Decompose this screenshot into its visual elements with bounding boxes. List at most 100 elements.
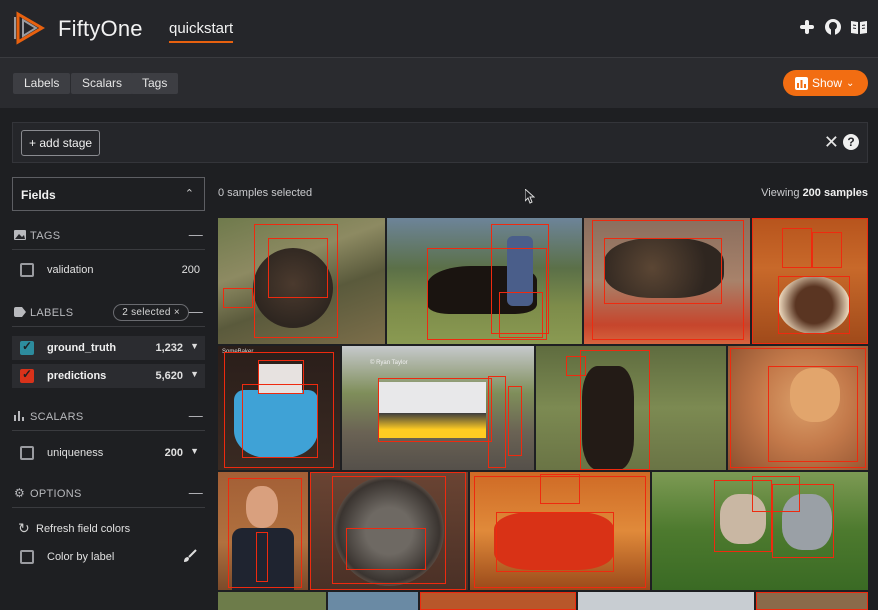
sample-tile-passenger-train[interactable]: © Ryan Taylor: [342, 346, 534, 470]
scalars-section-title: SCALARS: [30, 411, 84, 423]
field-count: 5,620: [155, 370, 183, 382]
docs-book-icon[interactable]: [850, 18, 868, 36]
close-icon[interactable]: ✕: [824, 133, 839, 151]
divider: [12, 507, 205, 508]
sample-tile-dinner-table[interactable]: [752, 218, 868, 344]
field-count: 200: [164, 447, 183, 459]
caret-down-icon[interactable]: ▼: [190, 446, 199, 456]
bounding-box: [778, 276, 850, 334]
sample-tile[interactable]: [218, 592, 326, 610]
tags-section-header[interactable]: TAGS —: [12, 226, 205, 246]
field-count: 1,232: [155, 342, 183, 354]
field-label: predictions: [47, 370, 107, 382]
bar-chart-icon: [795, 76, 808, 90]
bounding-box: [580, 350, 650, 470]
show-button[interactable]: Show ⌄: [783, 70, 868, 96]
label-row-predictions[interactable]: predictions 5,620 ▼: [12, 364, 205, 388]
scalar-row-uniqueness[interactable]: uniqueness 200 ▼: [12, 441, 205, 465]
add-stage-button[interactable]: + add stage: [21, 130, 101, 156]
bounding-box: [604, 238, 722, 304]
options-section-header[interactable]: ⚙ OPTIONS —: [12, 484, 205, 504]
scalars-tab-button[interactable]: Scalars: [71, 73, 134, 94]
paintbrush-icon[interactable]: [183, 549, 197, 563]
field-label: ground_truth: [47, 342, 117, 354]
bounding-box: [752, 476, 800, 512]
slack-icon[interactable]: [798, 18, 816, 36]
collapse-icon[interactable]: —: [189, 484, 203, 500]
checkbox[interactable]: [20, 550, 34, 564]
bounding-box: [258, 360, 304, 394]
caret-down-icon[interactable]: ▼: [190, 341, 199, 351]
bounding-box: [499, 292, 543, 338]
sample-tile-cow[interactable]: [536, 346, 726, 470]
scalars-section-header[interactable]: SCALARS —: [12, 407, 205, 427]
sample-tile[interactable]: [328, 592, 418, 610]
fields-sidebar: Fields ⌃ TAGS — validation 200 LABELS 2 …: [12, 177, 205, 610]
checkbox[interactable]: [20, 263, 34, 277]
dataset-name-tab[interactable]: quickstart: [169, 20, 234, 43]
sample-tile-orange-cat[interactable]: [728, 346, 868, 470]
divider: [12, 249, 205, 250]
sample-tile[interactable]: [578, 592, 754, 610]
view-stage-bar: + add stage ✕ ?: [12, 122, 868, 163]
bounding-box: [268, 238, 328, 298]
bounding-box: [256, 532, 268, 582]
refresh-label: Refresh field colors: [36, 523, 131, 535]
sample-tile-birthday-cake[interactable]: SomeBaker: [218, 346, 340, 470]
bounding-box: [782, 228, 812, 268]
collapse-icon[interactable]: —: [189, 226, 203, 242]
sample-tile-cat-in-bowl[interactable]: [310, 472, 468, 590]
color-by-label-row[interactable]: Color by label: [12, 545, 205, 569]
chevron-up-icon: ⌃: [184, 188, 194, 200]
checkbox[interactable]: [20, 446, 34, 460]
bounding-box: [540, 474, 580, 504]
options-section-title: OPTIONS: [30, 488, 82, 500]
sample-tile-pizza-plate[interactable]: [470, 472, 650, 590]
collapse-icon[interactable]: —: [189, 303, 203, 319]
sample-tile-cowboy-on-horse[interactable]: [387, 218, 582, 344]
viewing-prefix: Viewing: [761, 187, 803, 199]
field-label: uniqueness: [47, 447, 104, 459]
bounding-box: [378, 378, 492, 442]
sample-tile[interactable]: [756, 592, 868, 610]
bar-chart-icon: [14, 411, 24, 421]
label-row-ground-truth[interactable]: ground_truth 1,232 ▼: [12, 336, 205, 360]
tag-row-validation[interactable]: validation 200: [12, 258, 205, 282]
collapse-icon[interactable]: —: [189, 407, 203, 423]
refresh-icon: ↻: [18, 520, 30, 536]
caret-down-icon[interactable]: ▼: [190, 369, 199, 379]
show-button-label: Show: [812, 76, 843, 90]
selected-pill[interactable]: 2 selected ×: [113, 304, 189, 321]
checkbox-checked[interactable]: [20, 339, 34, 355]
divider: [12, 430, 205, 431]
bounding-box: [488, 376, 506, 468]
bounding-box: [420, 592, 576, 610]
bounding-box: [756, 592, 868, 610]
labels-tab-button[interactable]: Labels: [13, 73, 71, 94]
tags-tab-button[interactable]: Tags: [131, 73, 179, 94]
bounding-box: [812, 232, 842, 268]
bounding-box: [223, 288, 253, 308]
divider: [12, 326, 205, 327]
sample-tile-man-in-suit[interactable]: [218, 472, 308, 590]
header-icons: [798, 18, 868, 36]
viewing-status: Viewing 200 samples: [761, 187, 868, 199]
bounding-box: [346, 528, 426, 570]
fields-label: Fields: [21, 188, 56, 202]
sample-tile-turkey[interactable]: [218, 218, 385, 344]
sample-tile-dogs-on-grass[interactable]: [652, 472, 868, 590]
help-icon[interactable]: ?: [843, 134, 859, 150]
fiftyone-logo-icon[interactable]: [12, 11, 46, 45]
sample-tile[interactable]: [420, 592, 576, 610]
github-icon[interactable]: [824, 18, 842, 36]
sample-tile-cat-on-couch[interactable]: [584, 218, 750, 344]
labels-section-header[interactable]: LABELS 2 selected × —: [12, 303, 205, 323]
refresh-colors-button[interactable]: ↻ Refresh field colors: [12, 517, 205, 541]
bounding-box: [508, 386, 522, 456]
fields-dropdown[interactable]: Fields ⌃: [12, 177, 205, 211]
label-tag-icon: [14, 307, 26, 317]
checkbox-checked[interactable]: [20, 367, 34, 383]
bounding-box: [768, 366, 858, 462]
viewing-count: 200 samples: [802, 187, 868, 199]
sample-grid: SomeBaker © Ryan Taylor: [218, 218, 868, 610]
